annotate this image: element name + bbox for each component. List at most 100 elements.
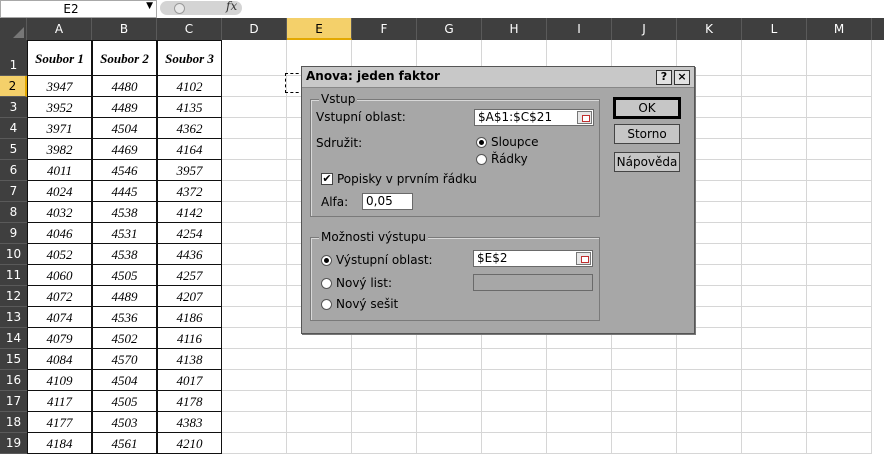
grid-cell[interactable]: 4138 [157, 349, 222, 370]
grid-cell[interactable]: 4489 [92, 97, 157, 118]
grid-cell[interactable] [807, 97, 872, 118]
grid-cell[interactable] [287, 349, 352, 370]
grid-cell[interactable]: 4372 [157, 181, 222, 202]
grid-cell[interactable] [287, 370, 352, 391]
grid-cell[interactable]: 4570 [92, 349, 157, 370]
grid-cell[interactable]: 4079 [27, 328, 92, 349]
grid-cell[interactable]: 4072 [27, 286, 92, 307]
column-header[interactable]: E [287, 18, 352, 40]
grid-cell[interactable]: 4116 [157, 328, 222, 349]
row-header[interactable]: 9 [0, 223, 27, 244]
grid-cell[interactable] [807, 307, 872, 328]
row-header[interactable]: 10 [0, 244, 27, 265]
cancel-button[interactable]: Storno [614, 124, 680, 144]
grid-cell[interactable]: 3982 [27, 139, 92, 160]
grid-cell[interactable]: 4531 [92, 223, 157, 244]
column-header[interactable]: J [612, 18, 677, 40]
grid-cell[interactable] [612, 391, 677, 412]
grid-cell[interactable] [742, 76, 807, 97]
grid-cell[interactable] [287, 433, 352, 454]
grid-cell[interactable]: 4074 [27, 307, 92, 328]
grid-cell[interactable] [742, 265, 807, 286]
grid-cell[interactable] [222, 97, 287, 118]
grid-cell[interactable] [742, 40, 807, 76]
grid-cell[interactable] [742, 328, 807, 349]
grid-cell[interactable]: Soubor 3 [157, 40, 222, 76]
grid-cell[interactable] [547, 349, 612, 370]
grid-cell[interactable] [612, 433, 677, 454]
grid-cell[interactable] [222, 181, 287, 202]
grid-cell[interactable] [482, 370, 547, 391]
grid-cell[interactable] [677, 370, 742, 391]
grid-cell[interactable] [742, 412, 807, 433]
row-header[interactable]: 16 [0, 370, 27, 391]
grid-cell[interactable] [742, 118, 807, 139]
grid-cell[interactable] [807, 265, 872, 286]
grid-cell[interactable] [742, 160, 807, 181]
grid-cell[interactable] [807, 160, 872, 181]
column-header[interactable]: H [482, 18, 547, 40]
grid-cell[interactable] [742, 139, 807, 160]
grid-cell[interactable] [742, 244, 807, 265]
grid-cell[interactable]: 4257 [157, 265, 222, 286]
row-header[interactable]: 19 [0, 433, 27, 454]
grid-cell[interactable] [807, 40, 872, 76]
row-header[interactable]: 17 [0, 391, 27, 412]
column-header[interactable]: A [27, 18, 92, 40]
grid-cell[interactable]: 4383 [157, 412, 222, 433]
grid-cell[interactable]: 4117 [27, 391, 92, 412]
output-range-field[interactable]: $E$2 [473, 250, 593, 267]
row-header[interactable]: 15 [0, 349, 27, 370]
row-header[interactable]: 1 [0, 40, 27, 76]
grid-cell[interactable] [352, 412, 417, 433]
grid-cell[interactable]: 4178 [157, 391, 222, 412]
grid-cell[interactable]: 4210 [157, 433, 222, 454]
new-sheet-name-field[interactable] [473, 274, 593, 291]
grid-cell[interactable] [222, 412, 287, 433]
grid-cell[interactable] [417, 391, 482, 412]
help-button[interactable]: Nápověda [614, 152, 680, 172]
grid-cell[interactable] [807, 181, 872, 202]
grid-cell[interactable] [807, 391, 872, 412]
grid-cell[interactable] [807, 76, 872, 97]
grid-cell[interactable] [417, 412, 482, 433]
grid-cell[interactable]: 4142 [157, 202, 222, 223]
grid-cell[interactable] [742, 349, 807, 370]
row-header[interactable]: 5 [0, 139, 27, 160]
row-header[interactable]: 18 [0, 412, 27, 433]
row-header[interactable]: 6 [0, 160, 27, 181]
grid-cell[interactable] [352, 391, 417, 412]
collapse-dialog-icon[interactable] [576, 252, 591, 265]
grid-cell[interactable]: 4254 [157, 223, 222, 244]
row-header[interactable]: 4 [0, 118, 27, 139]
grid-cell[interactable]: 4546 [92, 160, 157, 181]
input-range-field[interactable]: $A$1:$C$21 [474, 109, 594, 126]
grid-cell[interactable] [222, 328, 287, 349]
grid-cell[interactable]: 4502 [92, 328, 157, 349]
column-header[interactable]: D [222, 18, 287, 40]
grid-cell[interactable] [417, 433, 482, 454]
grid-cell[interactable] [742, 97, 807, 118]
output-range-label[interactable]: Výstupní oblast: [336, 253, 433, 267]
columns-radio[interactable] [476, 137, 487, 148]
grid-cell[interactable] [612, 349, 677, 370]
grid-cell[interactable]: Soubor 1 [27, 40, 92, 76]
grid-cell[interactable]: 4060 [27, 265, 92, 286]
grid-cell[interactable]: 4032 [27, 202, 92, 223]
labels-checkbox[interactable]: ✔ [321, 173, 333, 185]
grid-cell[interactable] [807, 118, 872, 139]
grid-cell[interactable] [352, 433, 417, 454]
grid-cell[interactable]: Soubor 2 [92, 40, 157, 76]
grid-cell[interactable]: 4177 [27, 412, 92, 433]
grid-cell[interactable] [287, 412, 352, 433]
grid-cell[interactable]: 4504 [92, 370, 157, 391]
grid-cell[interactable] [222, 223, 287, 244]
grid-cell[interactable]: 4024 [27, 181, 92, 202]
grid-cell[interactable]: 4186 [157, 307, 222, 328]
new-sheet-label[interactable]: Nový list: [336, 276, 392, 290]
row-header[interactable]: 14 [0, 328, 27, 349]
grid-cell[interactable] [807, 223, 872, 244]
grid-cell[interactable]: 3971 [27, 118, 92, 139]
grid-cell[interactable] [742, 286, 807, 307]
grid-cell[interactable] [742, 223, 807, 244]
